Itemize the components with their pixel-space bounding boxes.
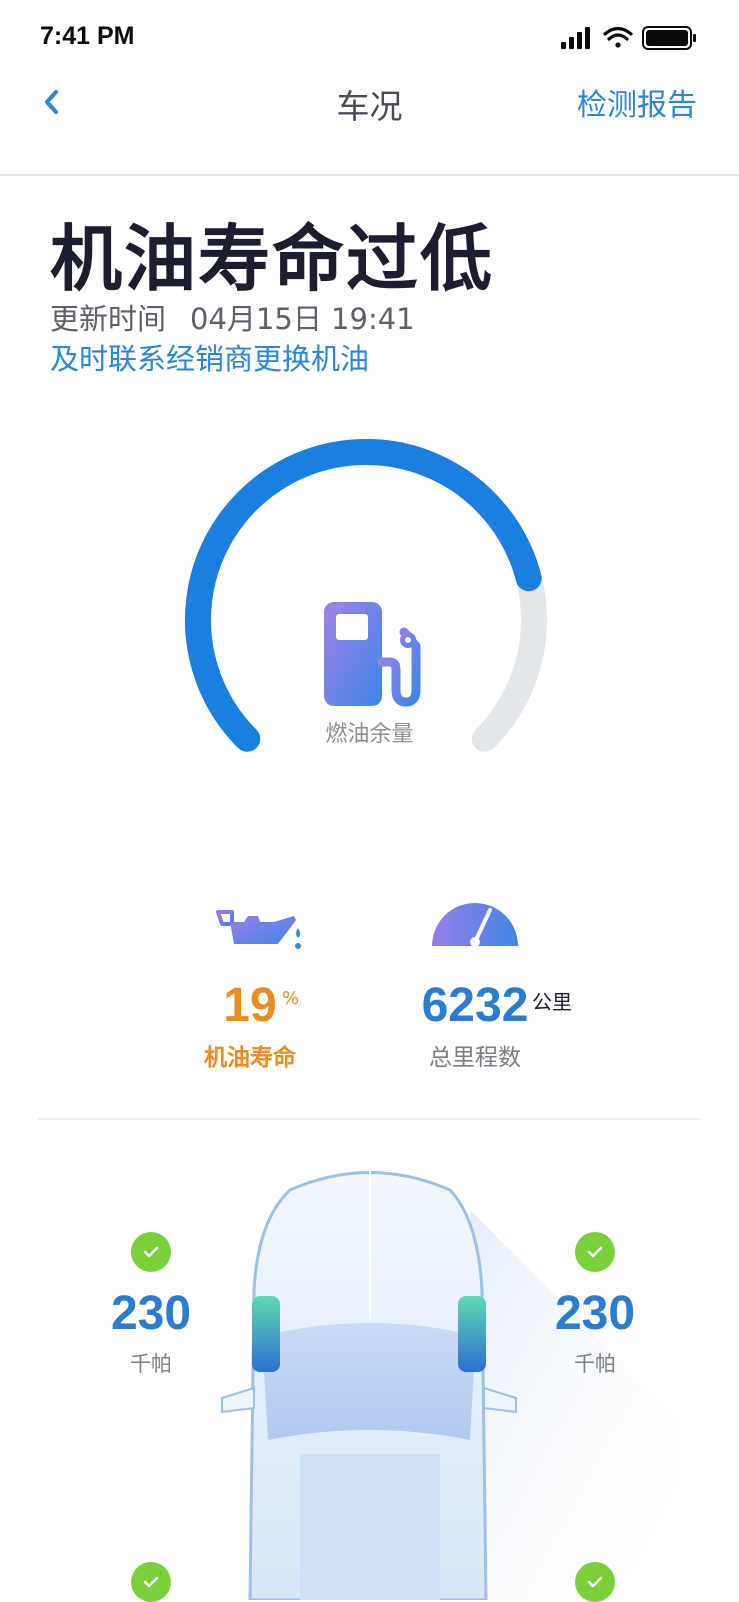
tire-front-left-status-icon [131,1232,171,1272]
update-time-row: 更新时间 04月15日 19:41 [50,296,415,338]
tire-front-right-pressure: 230 [554,1287,636,1340]
oil-life-unit: % [282,988,300,1009]
status-time: 7:41 PM [40,22,135,50]
tire-front-right-unit: 千帕 [574,1352,616,1376]
battery-icon [642,26,696,50]
advice-link[interactable]: 及时联系经销商更换机油 [50,336,369,378]
inspection-report-link[interactable]: 检测报告 [577,80,697,124]
update-label: 更新时间 [50,302,167,336]
tire-front-left-icon [252,1296,280,1372]
oil-life-label: 机油寿命 [204,1045,296,1071]
car-windshield [262,1323,476,1440]
nav-divider [0,174,739,176]
mirror-left [221,1386,255,1414]
tire-rear-right-status-icon [575,1562,615,1602]
tire-front-right-status-icon [575,1232,615,1272]
tire-rear-left-status-icon [131,1562,171,1602]
wifi-icon [603,26,633,48]
fuel-level-label: 燃油余量 [325,722,414,747]
speedometer-icon [432,903,518,947]
tire-front-left-pressure: 230 [110,1287,192,1340]
mileage-unit: 公里 [532,990,572,1014]
fuel-pump-icon [324,602,421,707]
update-time: 04月15日 19:41 [190,302,415,336]
tire-front-left-unit: 千帕 [130,1352,172,1376]
tire-front-right-icon [458,1296,486,1372]
stats-divider [38,1118,701,1120]
oil-life-value: 19 [223,979,277,1032]
signal-icon [561,27,590,49]
car-roof [300,1454,440,1600]
status-icons [561,26,696,50]
mileage-label: 总里程数 [429,1045,521,1071]
oil-can-icon [216,910,301,949]
alert-headline: 机油寿命过低 [50,217,495,301]
mileage-value: 6232 [421,979,529,1032]
